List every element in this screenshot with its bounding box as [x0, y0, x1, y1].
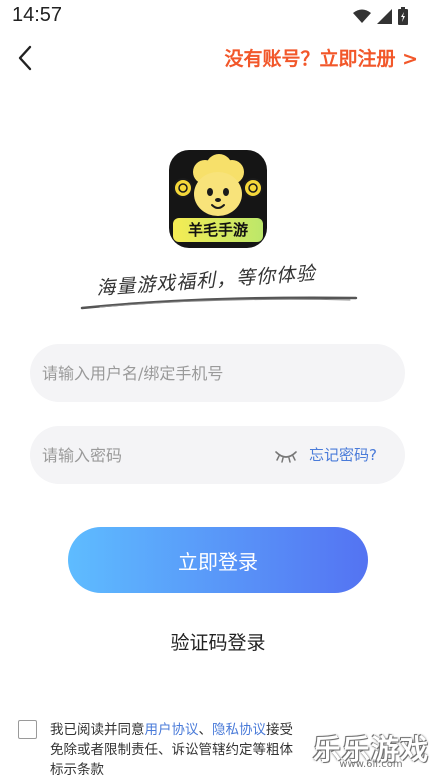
brush-stroke	[80, 296, 358, 310]
agreement-prefix: 我已阅读并同意	[50, 722, 145, 738]
status-icons	[353, 7, 408, 25]
username-field	[30, 344, 405, 402]
signal-icon	[377, 8, 392, 24]
username-input[interactable]	[42, 344, 382, 402]
agreement-text: 我已阅读并同意用户协议、隐私协议接受免除或者限制责任、诉讼管辖约定等粗体标示条款	[50, 720, 306, 775]
sms-code-login-link[interactable]: 验证码登录	[0, 628, 436, 655]
user-agreement-link[interactable]: 用户协议	[145, 722, 199, 738]
logo-text: 羊毛手游	[187, 221, 248, 239]
eye-closed-icon[interactable]	[274, 446, 298, 464]
forgot-password-link[interactable]: 忘记密码?	[309, 444, 377, 465]
agreement-checkbox[interactable]	[18, 720, 37, 739]
wifi-icon	[353, 9, 371, 23]
password-input[interactable]	[42, 426, 282, 484]
back-arrow-icon[interactable]	[14, 44, 38, 72]
password-field: 忘记密码?	[30, 426, 405, 484]
register-link[interactable]: 没有账号？立即注册 >	[224, 44, 418, 71]
privacy-policy-link[interactable]: 隐私协议	[212, 722, 266, 738]
status-bar: 14:57	[0, 0, 436, 32]
app-logo: 羊毛手游	[169, 150, 267, 248]
agreement-separator: 、	[198, 722, 213, 738]
watermark-url: www.6ll.com	[339, 759, 403, 770]
battery-icon	[398, 7, 408, 25]
logo-banner: 羊毛手游	[173, 218, 263, 242]
login-button[interactable]: 立即登录	[68, 527, 368, 593]
status-time: 14:57	[12, 4, 63, 26]
watermark: 乐乐游戏 www.6ll.com	[312, 728, 430, 772]
sheep-icon	[173, 154, 263, 216]
